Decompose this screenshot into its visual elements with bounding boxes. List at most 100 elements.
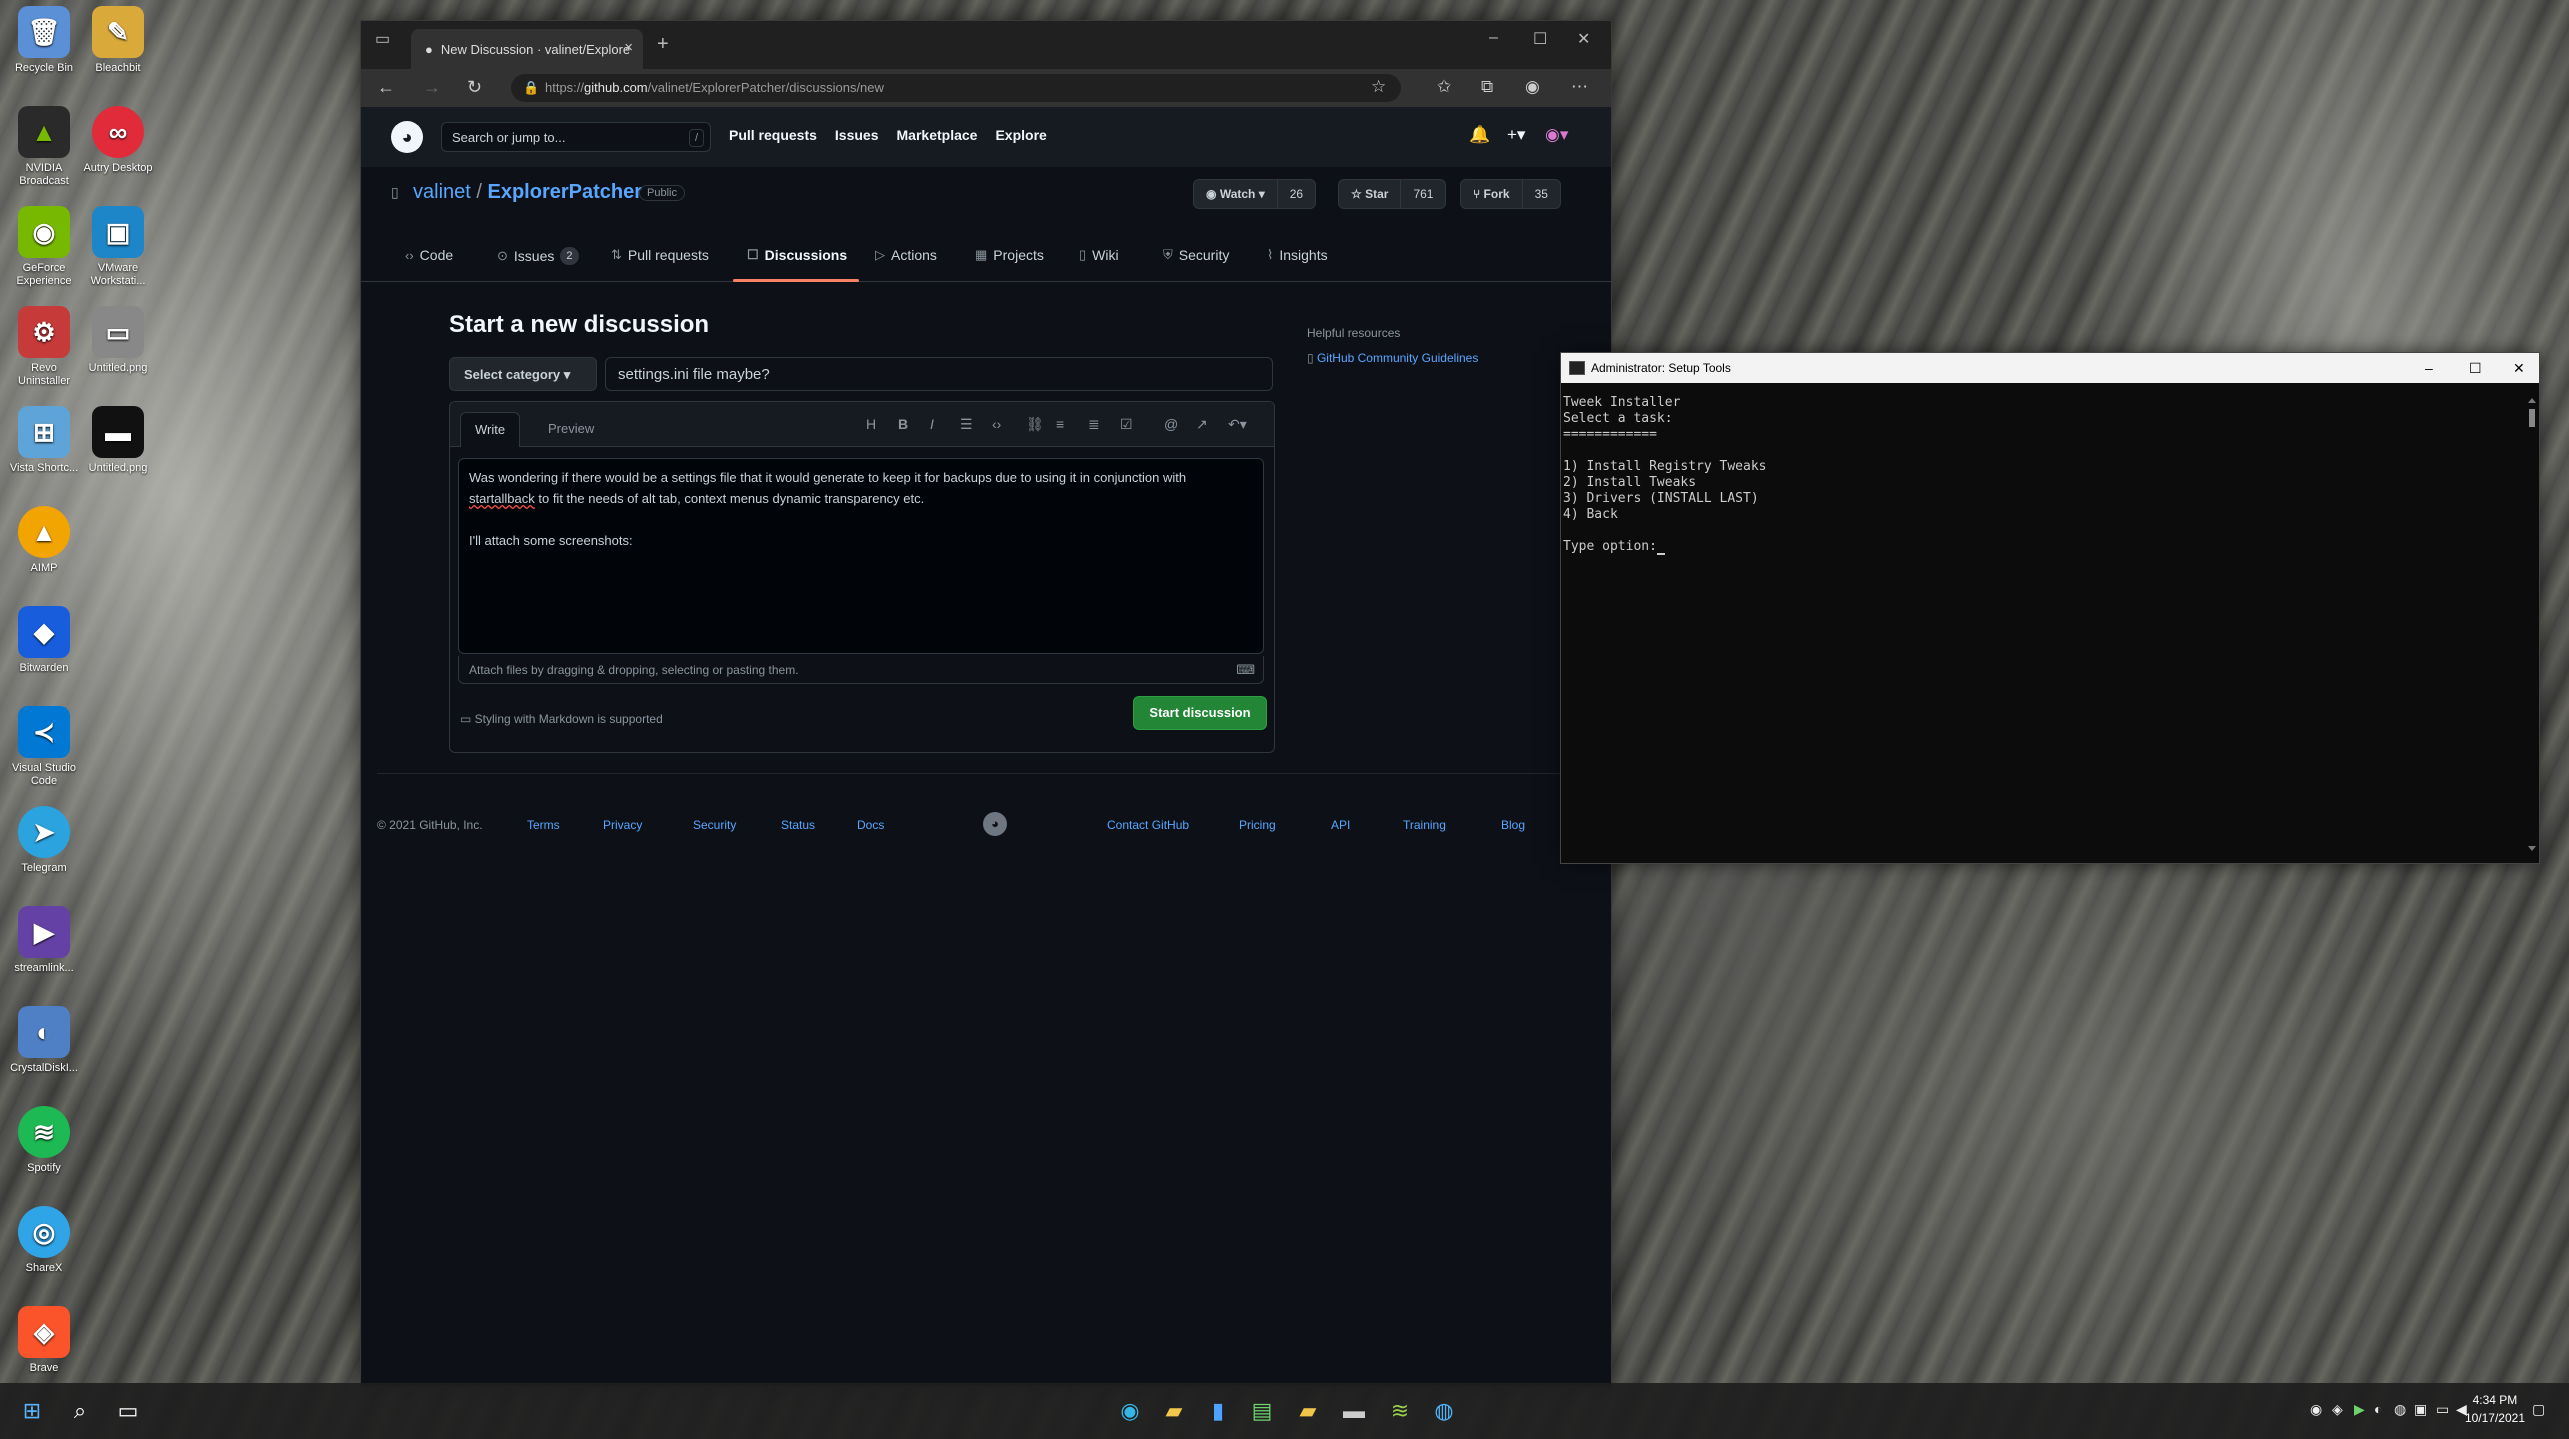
desktop-icon-vista[interactable]: ⊞ Vista Shortc... bbox=[8, 406, 80, 475]
desktop-icon-vmware[interactable]: ▣ VMware Workstati... bbox=[82, 206, 154, 288]
forward-icon[interactable]: → bbox=[423, 77, 441, 98]
fork-button[interactable]: ⑂ Fork 35 bbox=[1460, 179, 1561, 209]
maximize-icon[interactable]: ☐ bbox=[2469, 353, 2482, 383]
tab-security[interactable]: ⛨ Security bbox=[1163, 247, 1229, 263]
collections-icon[interactable]: ⧉ bbox=[1481, 77, 1493, 97]
task-list-icon[interactable]: ☑ bbox=[1120, 416, 1133, 433]
quote-icon[interactable]: ☰ bbox=[960, 416, 973, 433]
nav-issues[interactable]: Issues bbox=[835, 127, 879, 143]
app-stack-icon[interactable]: ≋ bbox=[1382, 1393, 1418, 1429]
heading-icon[interactable]: H bbox=[866, 416, 876, 432]
desktop-icon-recycle-bin[interactable]: 🗑 Recycle Bin bbox=[8, 6, 80, 75]
undo-icon[interactable]: ↶▾ bbox=[1228, 416, 1247, 433]
footer-link-api[interactable]: API bbox=[1331, 818, 1350, 832]
community-guidelines-link[interactable]: ▯ GitHub Community Guidelines bbox=[1307, 351, 1478, 365]
plus-dropdown-icon[interactable]: +▾ bbox=[1507, 125, 1525, 145]
desktop-icon-crystaldisk[interactable]: ◐ CrystalDiskI... bbox=[8, 1006, 80, 1075]
tab-insights[interactable]: ⌇ Insights bbox=[1267, 247, 1328, 263]
network-icon[interactable]: ▭ bbox=[2436, 1401, 2449, 1418]
tab-actions-icon[interactable]: ▭ bbox=[375, 29, 390, 49]
tray-app-icon[interactable]: ◉ bbox=[2310, 1401, 2322, 1418]
desktop-icon-brave[interactable]: ◈ Brave bbox=[8, 1306, 80, 1375]
bell-icon[interactable]: 🔔 bbox=[1469, 125, 1490, 145]
tray-play-icon[interactable]: ▶ bbox=[2354, 1401, 2365, 1418]
terminal-icon[interactable]: ▬ bbox=[1336, 1393, 1372, 1429]
browser-tab-active[interactable]: ● New Discussion · valinet/Explore × bbox=[411, 29, 643, 69]
minimize-icon[interactable]: – bbox=[2425, 353, 2433, 383]
tab-projects[interactable]: ▦ Projects bbox=[975, 247, 1044, 263]
start-discussion-button[interactable]: Start discussion bbox=[1133, 696, 1267, 730]
footer-link-blog[interactable]: Blog bbox=[1501, 818, 1525, 832]
footer-link-terms[interactable]: Terms bbox=[527, 818, 560, 832]
desktop-icon-sharex[interactable]: ◎ ShareX bbox=[8, 1206, 80, 1275]
notepad-icon[interactable]: ▤ bbox=[1244, 1393, 1280, 1429]
github-logo-icon[interactable]: ◕ bbox=[391, 121, 423, 153]
start-menu-icon[interactable]: ⊞ bbox=[14, 1393, 50, 1429]
ordered-list-icon[interactable]: ≣ bbox=[1088, 416, 1100, 433]
maximize-icon[interactable]: ☐ bbox=[1533, 29, 1547, 49]
discussion-title-input[interactable]: settings.ini file maybe? bbox=[605, 357, 1273, 391]
bold-icon[interactable]: B bbox=[898, 416, 908, 432]
tab-pull-requests[interactable]: ⇅ Pull requests bbox=[611, 247, 709, 263]
tab-code[interactable]: ‹› Code bbox=[405, 247, 453, 263]
footer-link-privacy[interactable]: Privacy bbox=[603, 818, 642, 832]
avatar[interactable]: ◉▾ bbox=[1545, 125, 1568, 145]
favorite-star-icon[interactable]: ☆ bbox=[1371, 77, 1386, 97]
tray-app-icon[interactable]: ◈ bbox=[2332, 1401, 2343, 1418]
desktop-icon-bitwarden[interactable]: ◆ Bitwarden bbox=[8, 606, 80, 675]
desktop-icon-autry[interactable]: ∞ Autry Desktop bbox=[82, 106, 154, 175]
unordered-list-icon[interactable]: ≡ bbox=[1056, 416, 1064, 432]
back-icon[interactable]: ← bbox=[377, 77, 395, 98]
nav-marketplace[interactable]: Marketplace bbox=[897, 127, 978, 143]
markdown-note[interactable]: ▭ Styling with Markdown is supported bbox=[460, 712, 663, 726]
nav-pull-requests[interactable]: Pull requests bbox=[729, 127, 817, 143]
file-explorer-icon[interactable]: ▰ bbox=[1156, 1393, 1192, 1429]
search-input[interactable]: Search or jump to... / bbox=[441, 122, 711, 152]
github-footer-logo-icon[interactable]: ◕ bbox=[983, 812, 1007, 836]
desktop-icon-spotify[interactable]: ≋ Spotify bbox=[8, 1106, 80, 1175]
minimize-icon[interactable]: – bbox=[1489, 29, 1498, 47]
notifications-icon[interactable]: ▢ bbox=[2532, 1401, 2545, 1418]
footer-link-docs[interactable]: Docs bbox=[857, 818, 884, 832]
desktop-icon-untitled-png-1[interactable]: ▭ Untitled.png bbox=[82, 306, 154, 375]
link-icon[interactable]: ⛓ bbox=[1026, 416, 1044, 433]
tray-app-icon[interactable]: ◐ bbox=[2374, 1401, 2382, 1417]
terminal-output[interactable]: Tweek Installer Select a task: ===========… bbox=[1561, 383, 2539, 555]
desktop-icon-revo[interactable]: ⚙ Revo Uninstaller bbox=[8, 306, 80, 388]
repo-name-link[interactable]: ExplorerPatcher bbox=[488, 181, 643, 203]
footer-link-security[interactable]: Security bbox=[693, 818, 736, 832]
desktop-icon-vscode[interactable]: ≺ Visual Studio Code bbox=[8, 706, 80, 788]
close-window-icon[interactable]: ✕ bbox=[2513, 353, 2525, 383]
profile-icon[interactable]: ◉ bbox=[1525, 77, 1540, 97]
reference-icon[interactable]: ↗ bbox=[1196, 416, 1208, 433]
globe-icon[interactable]: ◍ bbox=[1426, 1393, 1462, 1429]
desktop-icon-streamlink[interactable]: ▶ streamlink... bbox=[8, 906, 80, 975]
repo-owner-link[interactable]: valinet bbox=[413, 181, 471, 203]
italic-icon[interactable]: I bbox=[930, 416, 934, 432]
system-clock[interactable]: 4:34 PM 10/17/2021 bbox=[2465, 1391, 2525, 1427]
tab-discussions[interactable]: ☐ Discussions bbox=[747, 247, 847, 263]
desktop-icon-geforce[interactable]: ◉ GeForce Experience bbox=[8, 206, 80, 288]
footer-link-contact[interactable]: Contact GitHub bbox=[1107, 818, 1189, 832]
desktop-icon-nvidia-broadcast[interactable]: ▲ NVIDIA Broadcast bbox=[8, 106, 80, 188]
nav-explore[interactable]: Explore bbox=[995, 127, 1046, 143]
star-button[interactable]: ☆ Star 761 bbox=[1338, 179, 1447, 209]
url-field[interactable]: 🔒 https://github.com/valinet/ExplorerPat… bbox=[511, 74, 1401, 102]
footer-link-training[interactable]: Training bbox=[1403, 818, 1446, 832]
task-view-icon[interactable]: ▭ bbox=[110, 1393, 146, 1429]
desktop-icon-aimp[interactable]: ▲ AIMP bbox=[8, 506, 80, 575]
tab-write[interactable]: Write bbox=[460, 412, 521, 447]
search-icon[interactable]: ⌕ bbox=[62, 1393, 98, 1429]
tab-actions[interactable]: ▷ Actions bbox=[875, 247, 937, 263]
mention-icon[interactable]: @ bbox=[1164, 416, 1178, 432]
tab-wiki[interactable]: ▯ Wiki bbox=[1079, 247, 1119, 263]
desktop-icon-bleachbit[interactable]: ✎ Bleachbit bbox=[82, 6, 154, 75]
edge-browser-icon[interactable]: ◉ bbox=[1112, 1393, 1148, 1429]
favorites-icon[interactable]: ✩ bbox=[1437, 77, 1451, 97]
app-icon[interactable]: ▮ bbox=[1200, 1393, 1236, 1429]
refresh-icon[interactable]: ↻ bbox=[467, 77, 482, 98]
tab-preview[interactable]: Preview bbox=[534, 412, 608, 446]
footer-link-status[interactable]: Status bbox=[781, 818, 815, 832]
select-category-button[interactable]: Select category ▾ bbox=[449, 357, 597, 391]
terminal-scrollbar[interactable] bbox=[2527, 397, 2537, 852]
